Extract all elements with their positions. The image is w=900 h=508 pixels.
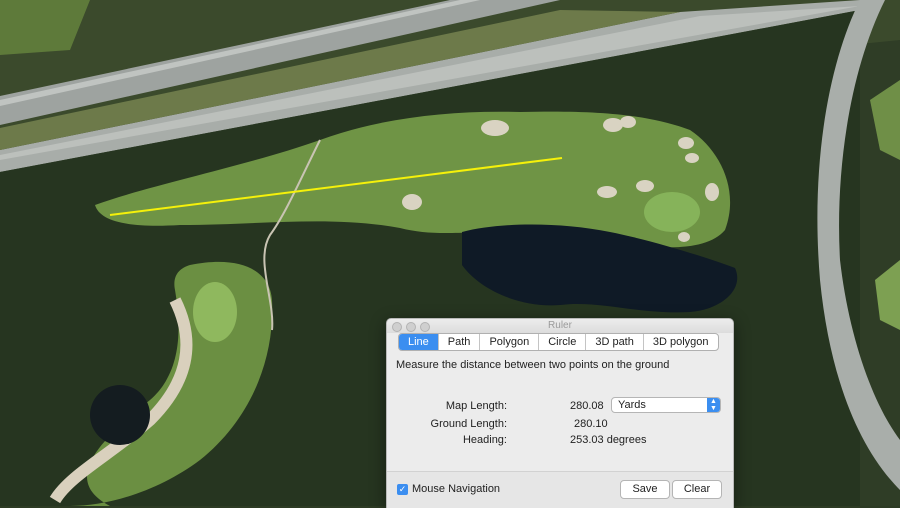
ground-length-value: 280.10 xyxy=(574,418,608,430)
ground-length-label: Ground Length: xyxy=(430,418,507,430)
mouse-navigation-checkbox[interactable]: ✓ xyxy=(397,484,408,495)
mode-description: Measure the distance between two points … xyxy=(396,359,670,371)
tab-3d-path[interactable]: 3D path xyxy=(586,334,644,350)
ruler-window: Ruler Line Path Polygon Circle 3D path 3… xyxy=(386,318,734,508)
clear-button[interactable]: Clear xyxy=(672,480,722,499)
tab-path[interactable]: Path xyxy=(439,334,481,350)
map-length-value: 280.08 xyxy=(570,400,604,412)
units-select[interactable]: Yards ▲ ▼ xyxy=(611,397,721,413)
tab-polygon[interactable]: Polygon xyxy=(480,334,540,350)
chevron-updown-icon: ▲ ▼ xyxy=(707,398,720,412)
title-bar[interactable]: Ruler xyxy=(387,319,733,333)
putting-green xyxy=(644,192,700,232)
save-button[interactable]: Save xyxy=(620,480,670,499)
bottom-bar: ✓ Mouse Navigation Save Clear xyxy=(387,471,733,508)
window-title: Ruler xyxy=(548,320,572,331)
tab-3d-polygon[interactable]: 3D polygon xyxy=(644,334,718,350)
heading-value: 253.03 degrees xyxy=(570,434,647,446)
tab-line[interactable]: Line xyxy=(399,334,439,350)
mouse-navigation-label[interactable]: Mouse Navigation xyxy=(412,483,500,495)
measure-mode-tabs: Line Path Polygon Circle 3D path 3D poly… xyxy=(398,333,719,351)
tab-circle[interactable]: Circle xyxy=(539,334,587,350)
heading-label: Heading: xyxy=(462,434,507,446)
map-length-label: Map Length: xyxy=(445,400,507,412)
units-select-value: Yards xyxy=(618,399,646,411)
